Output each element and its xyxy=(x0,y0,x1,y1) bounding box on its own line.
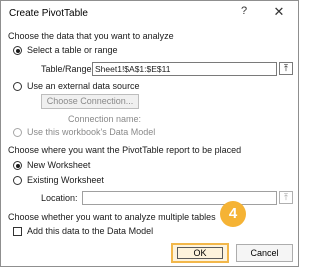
location-input[interactable] xyxy=(82,191,277,205)
dialog-title: Create PivotTable xyxy=(9,8,88,19)
create-pivottable-dialog: Create PivotTable ? ✕ Choose the data th… xyxy=(0,0,299,267)
close-button[interactable]: ✕ xyxy=(271,4,287,20)
help-button[interactable]: ? xyxy=(237,5,251,19)
radio-select-range-label[interactable]: Select a table or range xyxy=(27,45,118,55)
radio-select-range[interactable] xyxy=(13,46,22,55)
radio-external-source[interactable] xyxy=(13,82,22,91)
section-heading-data: Choose the data that you want to analyze xyxy=(8,31,174,41)
collapse-dialog-icon[interactable]: ⤒ xyxy=(279,62,293,75)
ok-button-label: OK xyxy=(193,248,207,258)
radio-existing-worksheet[interactable] xyxy=(13,176,22,185)
radio-new-worksheet-label[interactable]: New Worksheet xyxy=(27,160,90,170)
table-range-input[interactable]: Sheet1!$A$1:$E$11 xyxy=(92,62,277,76)
radio-data-model-label[interactable]: Use this workbook's Data Model xyxy=(27,127,155,137)
add-data-model-checkbox[interactable] xyxy=(13,227,22,236)
cancel-button[interactable]: Cancel xyxy=(236,244,293,262)
step-number-badge: 4 xyxy=(220,201,246,227)
connection-name-label: Connection name: xyxy=(68,114,142,124)
location-collapse-icon[interactable]: ⤒ xyxy=(279,191,293,204)
radio-new-worksheet[interactable] xyxy=(13,161,22,170)
radio-external-source-label[interactable]: Use an external data source xyxy=(27,81,140,91)
choose-connection-button[interactable]: Choose Connection... xyxy=(41,94,139,109)
add-data-model-label[interactable]: Add this data to the Data Model xyxy=(27,226,153,236)
section-heading-multiple-tables: Choose whether you want to analyze multi… xyxy=(8,212,216,222)
section-heading-placement: Choose where you want the PivotTable rep… xyxy=(8,145,242,155)
ok-button[interactable]: OK xyxy=(171,243,229,263)
location-label: Location: xyxy=(41,193,78,203)
table-range-label: Table/Range: xyxy=(41,64,95,74)
radio-existing-worksheet-label[interactable]: Existing Worksheet xyxy=(27,175,104,185)
radio-data-model[interactable] xyxy=(13,128,22,137)
